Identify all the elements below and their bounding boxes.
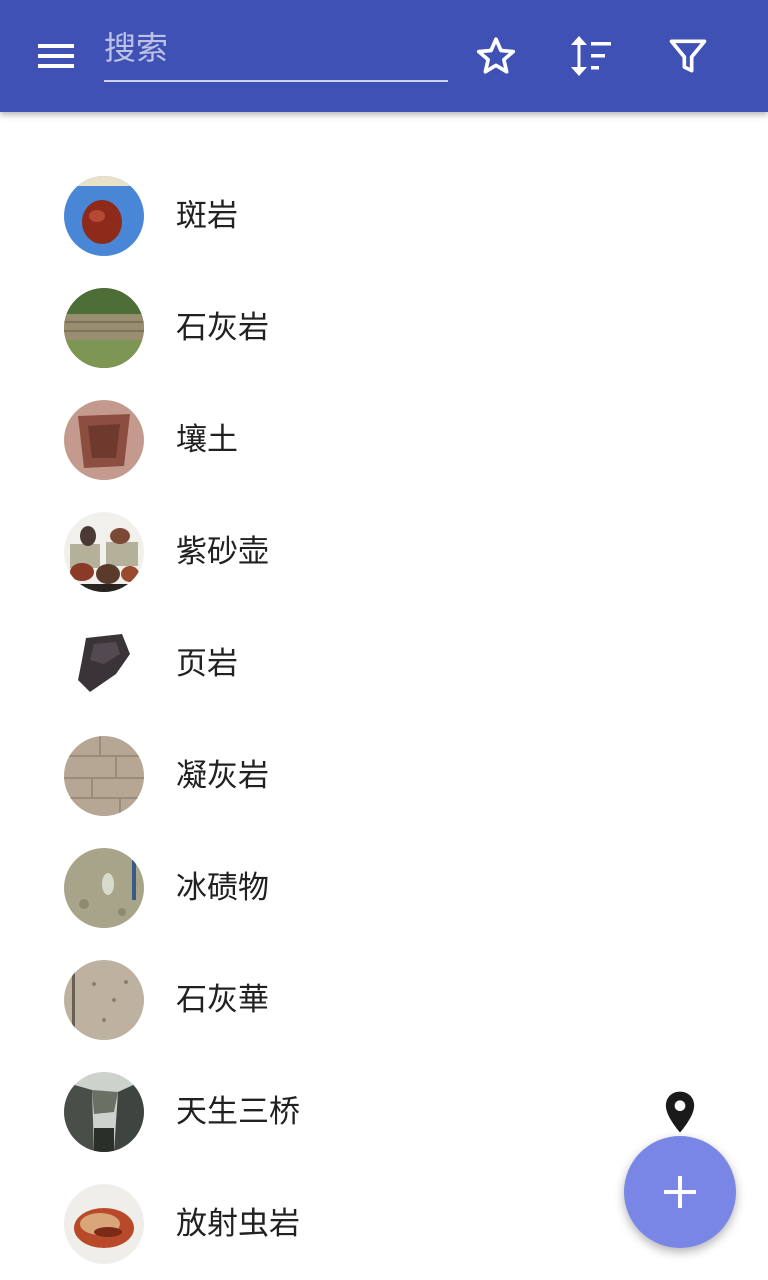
sort-icon [571, 36, 611, 76]
item-thumbnail [64, 1184, 144, 1264]
item-thumbnail [64, 624, 144, 704]
list-item[interactable]: 壤土 [0, 384, 768, 496]
item-label: 放射虫岩 [176, 1206, 300, 1242]
list-item[interactable]: 石灰岩 [0, 272, 768, 384]
list-item[interactable]: 斑岩 [0, 160, 768, 272]
add-button[interactable] [624, 1136, 736, 1248]
app-bar [0, 0, 768, 112]
mineral-list: 斑岩 石灰岩 壤土 紫砂壶 页岩 凝灰岩 冰碛物 石灰華 天生三桥 放射虫岩 [0, 160, 768, 1280]
star-icon [476, 37, 516, 74]
item-label: 石灰華 [176, 982, 269, 1018]
item-thumbnail [64, 288, 144, 368]
item-thumbnail [64, 736, 144, 816]
search-input[interactable] [104, 22, 448, 74]
item-label: 冰碛物 [176, 870, 269, 906]
item-label: 壤土 [176, 422, 238, 458]
item-label: 页岩 [176, 646, 238, 682]
list-item[interactable]: 石灰華 [0, 944, 768, 1056]
favorites-button[interactable] [464, 24, 528, 88]
list-item[interactable]: 页岩 [0, 608, 768, 720]
item-label: 紫砂壶 [176, 534, 269, 570]
location-pin-icon[interactable] [660, 1090, 700, 1134]
sort-button[interactable] [559, 24, 623, 88]
filter-button[interactable] [656, 24, 720, 88]
item-thumbnail [64, 176, 144, 256]
item-thumbnail [64, 1072, 144, 1152]
item-thumbnail [64, 400, 144, 480]
item-thumbnail [64, 512, 144, 592]
item-label: 天生三桥 [176, 1094, 300, 1130]
item-label: 石灰岩 [176, 310, 269, 346]
item-thumbnail [64, 960, 144, 1040]
item-thumbnail [64, 848, 144, 928]
list-item[interactable]: 紫砂壶 [0, 496, 768, 608]
list-item[interactable]: 凝灰岩 [0, 720, 768, 832]
item-label: 斑岩 [176, 198, 238, 234]
list-item[interactable]: 冰碛物 [0, 832, 768, 944]
item-label: 凝灰岩 [176, 758, 269, 794]
search-field [104, 22, 448, 82]
menu-icon [38, 44, 74, 68]
filter-icon [669, 39, 707, 73]
menu-button[interactable] [24, 24, 88, 88]
plus-icon [664, 1176, 696, 1208]
